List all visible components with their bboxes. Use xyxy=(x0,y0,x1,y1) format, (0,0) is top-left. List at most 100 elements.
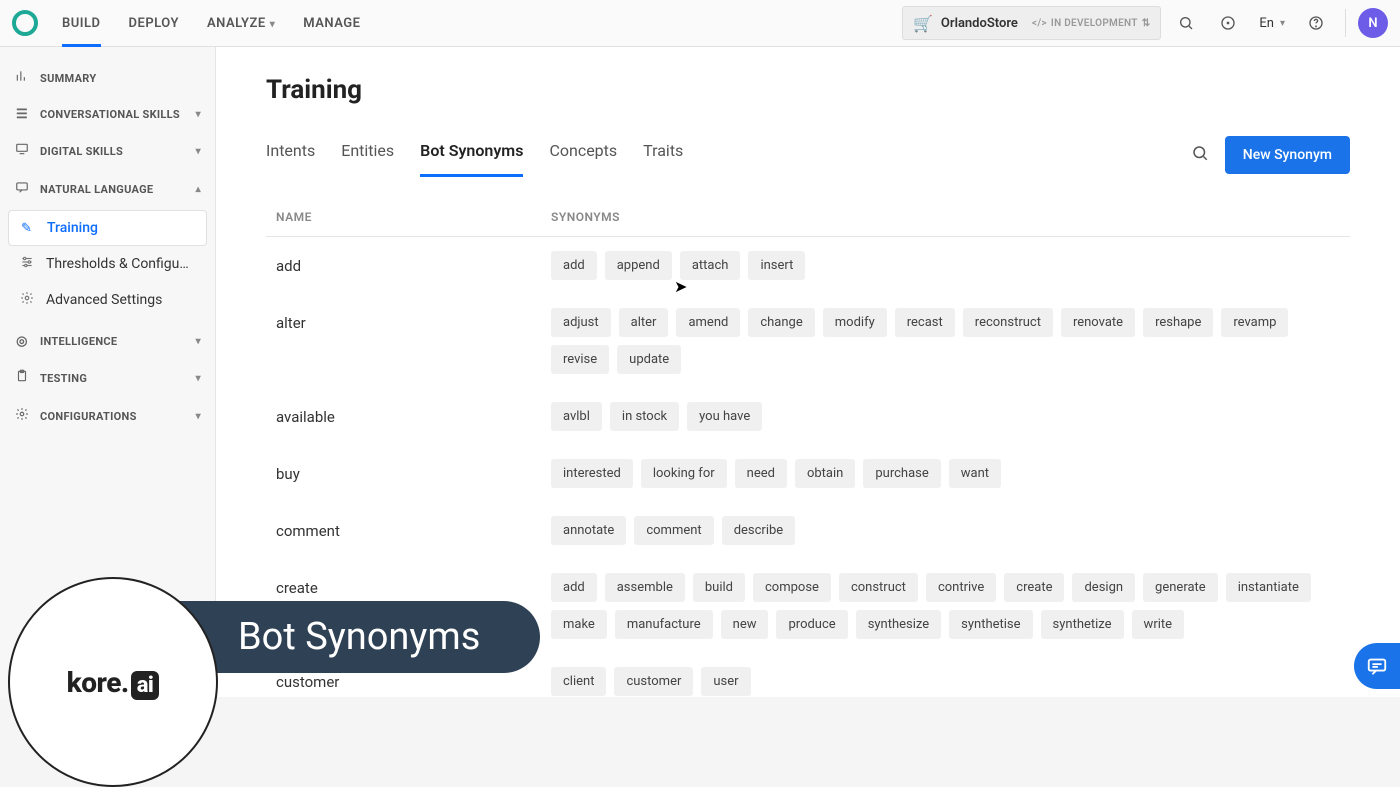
synonym-chip[interactable]: interested xyxy=(551,459,633,488)
synonym-chip[interactable]: change xyxy=(748,308,814,337)
sidebar-configurations[interactable]: CONFIGURATIONS ▾ xyxy=(0,397,215,435)
synonym-chip[interactable]: make xyxy=(551,610,607,639)
language-selector[interactable]: En ▾ xyxy=(1253,16,1291,31)
synonym-chip[interactable]: renovate xyxy=(1061,308,1135,337)
synonym-chip[interactable]: recast xyxy=(895,308,955,337)
search-icon[interactable] xyxy=(1169,6,1203,40)
synonym-chip[interactable]: alter xyxy=(619,308,669,337)
nav-deploy[interactable]: DEPLOY xyxy=(129,1,179,46)
synonym-chip[interactable]: assemble xyxy=(605,573,685,602)
synonym-chip[interactable]: manufacture xyxy=(615,610,713,639)
language-label: En xyxy=(1259,16,1274,31)
synonym-chip[interactable]: client xyxy=(551,667,606,696)
target-icon[interactable] xyxy=(1211,6,1245,40)
top-nav: BUILD DEPLOY ANALYZE▾ MANAGE xyxy=(62,1,361,46)
synonym-chip[interactable]: in stock xyxy=(610,402,679,431)
synonym-chip[interactable]: you have xyxy=(687,402,762,431)
synonym-chip[interactable]: append xyxy=(605,251,672,280)
synonym-chip[interactable]: new xyxy=(721,610,769,639)
synonym-chip[interactable]: reshape xyxy=(1143,308,1213,337)
search-icon[interactable] xyxy=(1191,144,1209,166)
synonym-chip[interactable]: want xyxy=(949,459,1001,488)
synonym-chip[interactable]: contrive xyxy=(926,573,996,602)
synonym-chip[interactable]: reconstruct xyxy=(963,308,1053,337)
top-right: 🛒 OrlandoStore </> IN DEVELOPMENT ⇅ En▾ … xyxy=(902,6,1388,40)
sidebar-summary[interactable]: SUMMARY xyxy=(0,59,215,97)
synonym-chip[interactable]: avlbl xyxy=(551,402,602,431)
dev-status-label: IN DEVELOPMENT xyxy=(1051,18,1138,29)
table-row[interactable]: alteradjustalteramendchangemodifyrecastr… xyxy=(266,294,1350,388)
sidebar-item-thresholds[interactable]: Thresholds & Configu… xyxy=(8,246,207,282)
sidebar-item-training[interactable]: ✎ Training xyxy=(8,210,207,246)
synonym-chip[interactable]: build xyxy=(693,573,745,602)
tab-traits[interactable]: Traits xyxy=(643,133,683,177)
sidebar-testing[interactable]: TESTING ▾ xyxy=(0,359,215,397)
synonym-chip[interactable]: user xyxy=(701,667,750,696)
chevron-down-icon: ▾ xyxy=(196,336,201,347)
synonym-chip[interactable]: modify xyxy=(823,308,887,337)
table-row[interactable]: availableavlblin stockyou have xyxy=(266,388,1350,445)
new-synonym-button[interactable]: New Synonym xyxy=(1225,136,1350,174)
row-name: alter xyxy=(276,308,551,332)
row-name: buy xyxy=(276,459,551,483)
tab-intents[interactable]: Intents xyxy=(266,133,315,177)
synonym-chip[interactable]: comment xyxy=(634,516,713,545)
table-row[interactable]: commentannotatecommentdescribe xyxy=(266,502,1350,559)
synonym-chip[interactable]: produce xyxy=(776,610,847,639)
synonym-chip[interactable]: generate xyxy=(1143,573,1218,602)
synonym-chip[interactable]: revamp xyxy=(1221,308,1288,337)
synonym-chip[interactable]: write xyxy=(1132,610,1184,639)
synonym-chip[interactable]: need xyxy=(735,459,787,488)
clipboard-icon xyxy=(14,369,30,387)
user-avatar[interactable]: N xyxy=(1358,8,1388,38)
sidebar-conversational-label: CONVERSATIONAL SKILLS xyxy=(40,108,180,121)
chat-fab-button[interactable] xyxy=(1354,643,1400,689)
synonym-chip[interactable]: add xyxy=(551,251,597,280)
nav-analyze[interactable]: ANALYZE▾ xyxy=(207,1,275,46)
page-title: Training xyxy=(266,75,1350,105)
synonym-chip[interactable]: synthesize xyxy=(856,610,941,639)
synonym-chip[interactable]: compose xyxy=(753,573,831,602)
synonym-chip[interactable]: attach xyxy=(680,251,741,280)
table-row[interactable]: addaddappendattachinsert xyxy=(266,237,1350,294)
synonym-chip[interactable]: construct xyxy=(839,573,918,602)
nav-manage[interactable]: MANAGE xyxy=(303,1,360,46)
sidebar-intelligence[interactable]: ◎ INTELLIGENCE ▾ xyxy=(0,324,215,359)
sidebar-digital-skills[interactable]: DIGITAL SKILLS ▾ xyxy=(0,132,215,170)
help-icon[interactable] xyxy=(1299,6,1333,40)
kore-logo-ai: ai xyxy=(131,671,160,700)
synonym-chip[interactable]: amend xyxy=(676,308,740,337)
synonym-chip[interactable]: synthetize xyxy=(1041,610,1124,639)
synonym-chip[interactable]: design xyxy=(1072,573,1135,602)
synonym-chip[interactable]: instantiate xyxy=(1226,573,1311,602)
synonym-chip[interactable]: update xyxy=(617,345,681,374)
synonym-chip[interactable]: synthetise xyxy=(949,610,1032,639)
synonym-chip[interactable]: purchase xyxy=(863,459,940,488)
table-header: NAME SYNONYMS xyxy=(266,196,1350,237)
chevron-down-icon: ▾ xyxy=(1280,18,1285,29)
monitor-icon xyxy=(14,142,30,160)
synonym-chip[interactable]: obtain xyxy=(795,459,855,488)
synonym-chip[interactable]: add xyxy=(551,573,597,602)
synonym-chips: client customer user xyxy=(551,667,1340,696)
store-name: OrlandoStore xyxy=(941,16,1018,31)
synonym-chip[interactable]: revise xyxy=(551,345,609,374)
nav-analyze-label: ANALYZE xyxy=(207,16,266,31)
synonym-chip[interactable]: looking for xyxy=(641,459,727,488)
table-row[interactable]: buyinterested looking for need obtain purcha… xyxy=(266,445,1350,502)
nav-build[interactable]: BUILD xyxy=(62,1,101,46)
synonym-chip[interactable]: insert xyxy=(748,251,805,280)
synonym-chip[interactable]: create xyxy=(1004,573,1064,602)
tab-concepts[interactable]: Concepts xyxy=(549,133,617,177)
tab-bot-synonyms[interactable]: Bot Synonyms xyxy=(420,133,523,177)
synonym-chip[interactable]: annotate xyxy=(551,516,626,545)
synonym-chip[interactable]: describe xyxy=(722,516,796,545)
store-selector[interactable]: 🛒 OrlandoStore </> IN DEVELOPMENT ⇅ xyxy=(902,6,1161,40)
sidebar-conversational-skills[interactable]: ☰ CONVERSATIONAL SKILLS ▾ xyxy=(0,97,215,132)
sidebar-natural-language[interactable]: NATURAL LANGUAGE ▴ xyxy=(0,170,215,208)
synonym-chip[interactable]: adjust xyxy=(551,308,611,337)
sidebar-intelligence-label: INTELLIGENCE xyxy=(40,335,117,348)
sidebar-item-advanced[interactable]: Advanced Settings xyxy=(8,282,207,318)
tab-entities[interactable]: Entities xyxy=(341,133,394,177)
synonym-chip[interactable]: customer xyxy=(614,667,693,696)
